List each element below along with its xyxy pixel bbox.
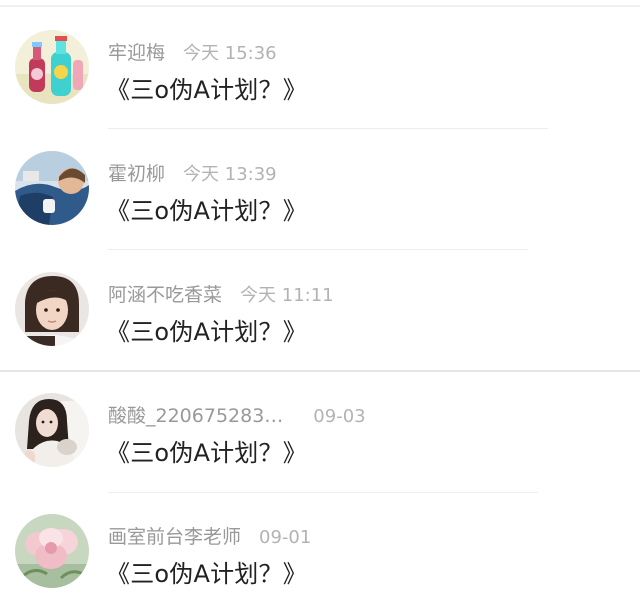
comment-title[interactable]: 《三o伪A计划？》	[106, 312, 307, 347]
user-name[interactable]: 酸酸_220675283…	[108, 401, 283, 428]
comment-time: 今天 13:39	[183, 164, 277, 185]
comment-meta: 牢迎梅 今天 15:36	[108, 38, 277, 65]
comment-meta: 画室前台李老师 09-01	[108, 522, 312, 549]
comment-item[interactable]: 霍初柳 今天 13:39 《三o伪A计划？》	[0, 131, 640, 252]
row-divider	[108, 249, 528, 250]
user-name[interactable]: 霍初柳	[108, 159, 165, 186]
user-name[interactable]: 阿涵不吃香菜	[108, 280, 222, 307]
comment-time: 今天 15:36	[183, 43, 277, 64]
comment-title[interactable]: 《三o伪A计划？》	[106, 433, 307, 468]
comment-item[interactable]: 阿涵不吃香菜 今天 11:11 《三o伪A计划？》	[0, 252, 640, 373]
section-divider	[0, 370, 640, 372]
user-name[interactable]: 画室前台李老师	[108, 522, 241, 549]
avatar-girl-icon[interactable]	[15, 393, 89, 467]
comment-time: 今天 11:11	[240, 285, 334, 306]
avatar-person-blue-icon[interactable]	[15, 151, 89, 225]
top-divider	[0, 5, 640, 7]
comment-item[interactable]: 牢迎梅 今天 15:36 《三o伪A计划？》	[0, 10, 640, 131]
comment-item[interactable]: 画室前台李老师 09-01 《三o伪A计划？》	[0, 494, 640, 613]
comment-meta: 酸酸_220675283… 09-03	[108, 401, 366, 428]
comment-time: 09-03	[313, 406, 366, 427]
comment-title[interactable]: 《三o伪A计划？》	[106, 70, 307, 105]
row-divider	[108, 128, 548, 129]
comment-meta: 阿涵不吃香菜 今天 11:11	[108, 280, 334, 307]
row-divider	[108, 492, 538, 493]
comment-meta: 霍初柳 今天 13:39	[108, 159, 277, 186]
user-name[interactable]: 牢迎梅	[108, 38, 165, 65]
avatar-flower-icon[interactable]	[15, 514, 89, 588]
comment-list-page: 牢迎梅 今天 15:36 《三o伪A计划？》 霍初柳 今天 13:39 《三o伪…	[0, 0, 640, 613]
comment-item[interactable]: 酸酸_220675283… 09-03 《三o伪A计划？》	[0, 373, 640, 494]
comment-title[interactable]: 《三o伪A计划？》	[106, 191, 307, 226]
comment-time: 09-01	[259, 527, 312, 548]
comment-title[interactable]: 《三o伪A计划？》	[106, 554, 307, 589]
avatar-person-portrait-icon[interactable]	[15, 272, 89, 346]
avatar-bottles-icon[interactable]	[15, 30, 89, 104]
